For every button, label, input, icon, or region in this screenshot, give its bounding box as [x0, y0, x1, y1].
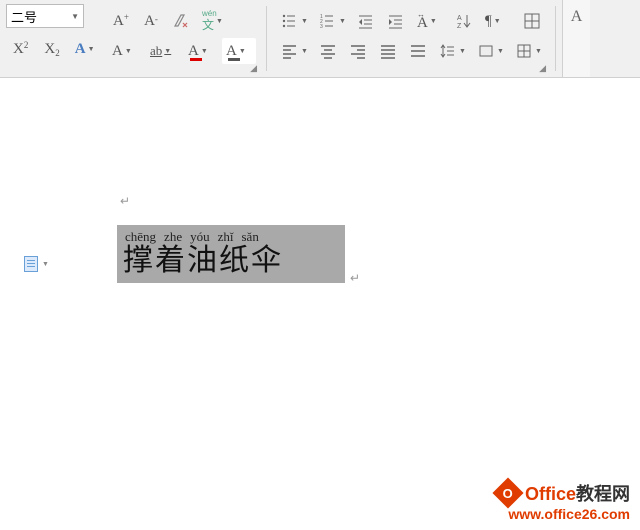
- bullets-button[interactable]: ▼: [277, 8, 311, 34]
- pinyin-syllable: yóu: [190, 229, 210, 245]
- nav-pane-icon[interactable]: ▼: [24, 256, 49, 272]
- pinyin-syllable: chēng: [125, 229, 156, 245]
- paragraph-dialog-launcher-icon[interactable]: ◢: [539, 63, 546, 74]
- distribute-button[interactable]: [405, 38, 431, 64]
- pinyin-row: chēng zhe yóu zhǐ sǎn: [123, 229, 339, 245]
- logo-icon: O: [492, 477, 523, 508]
- char-scale-button[interactable]: ↔A▼: [413, 8, 447, 34]
- font-row2: X2 X2 A▼: [4, 36, 104, 62]
- align-right-button[interactable]: [345, 38, 371, 64]
- pinyin-syllable: zhǐ: [218, 229, 234, 245]
- paragraph-mark-icon: ↵: [120, 194, 130, 208]
- svg-text:3: 3: [320, 24, 323, 30]
- ribbon-toolbar: 二号 ▼ X2 X2 A▼ A+ A- wén文▼ A▼ ab▼ A▼ A▼ ◢: [0, 0, 640, 78]
- phonetic-guide-button[interactable]: wén文▼: [198, 8, 232, 34]
- text-effects-button[interactable]: A▼: [71, 36, 104, 62]
- svg-text:Z: Z: [457, 23, 462, 30]
- shrink-font-button[interactable]: A-: [138, 8, 164, 34]
- grow-font-button[interactable]: A+: [108, 8, 134, 34]
- borders-button[interactable]: ▼: [511, 38, 545, 64]
- watermark-brand-en: Office: [525, 484, 576, 504]
- font-group-left: 二号 ▼ X2 X2 A▼: [4, 0, 104, 77]
- document-area[interactable]: ▼ ↵ chēng zhe yóu zhǐ sǎn 撑着油纸伞 ↵: [0, 78, 640, 488]
- strikethrough-button[interactable]: ab▼: [146, 38, 180, 64]
- table-button[interactable]: [519, 8, 545, 34]
- font-color-button[interactable]: A▼: [184, 38, 218, 64]
- font-dialog-launcher-icon[interactable]: ◢: [250, 63, 257, 74]
- selected-text-block[interactable]: chēng zhe yóu zhǐ sǎn 撑着油纸伞: [117, 225, 345, 283]
- font-group: A+ A- wén文▼ A▼ ab▼ A▼ A▼ ◢: [104, 0, 260, 77]
- show-marks-button[interactable]: ¶▼: [481, 8, 515, 34]
- group-separator-2: [555, 6, 556, 71]
- align-left-button[interactable]: ▼: [277, 38, 311, 64]
- sort-button[interactable]: AZ: [451, 8, 477, 34]
- line-spacing-button[interactable]: ▼: [435, 38, 469, 64]
- watermark-url: www.office26.com: [497, 506, 630, 522]
- group-separator: [266, 6, 267, 71]
- superscript-button[interactable]: X2: [8, 36, 33, 62]
- clear-format-button[interactable]: [168, 8, 194, 34]
- numbering-button[interactable]: 123▼: [315, 8, 349, 34]
- justify-button[interactable]: [375, 38, 401, 64]
- svg-text:A: A: [457, 15, 462, 22]
- select-icon[interactable]: A: [571, 8, 583, 26]
- shading-button[interactable]: ▼: [473, 38, 507, 64]
- paragraph-mark-icon: ↵: [350, 271, 360, 285]
- chevron-down-icon: ▼: [42, 261, 49, 268]
- font-size-combo[interactable]: 二号 ▼: [6, 4, 84, 28]
- pinyin-syllable: zhe: [164, 229, 182, 245]
- subscript-button[interactable]: X2: [39, 36, 64, 62]
- increase-indent-button[interactable]: [383, 8, 409, 34]
- ribbon-right-stub: A: [562, 0, 590, 77]
- char-shading-button[interactable]: A▼: [108, 38, 142, 64]
- font-size-value: 二号: [11, 7, 37, 26]
- watermark: O Office教程网 www.office26.com: [497, 480, 630, 522]
- pinyin-syllable: sǎn: [241, 229, 258, 245]
- watermark-brand-cn: 教程网: [576, 484, 630, 504]
- hanzi-text: 撑着油纸伞: [123, 244, 339, 277]
- highlight-button[interactable]: A▼: [222, 38, 256, 64]
- chevron-down-icon: ▼: [71, 12, 79, 21]
- paragraph-group: ▼ 123▼ ↔A▼ AZ ¶▼ ▼: [273, 0, 549, 77]
- align-center-button[interactable]: [315, 38, 341, 64]
- decrease-indent-button[interactable]: [353, 8, 379, 34]
